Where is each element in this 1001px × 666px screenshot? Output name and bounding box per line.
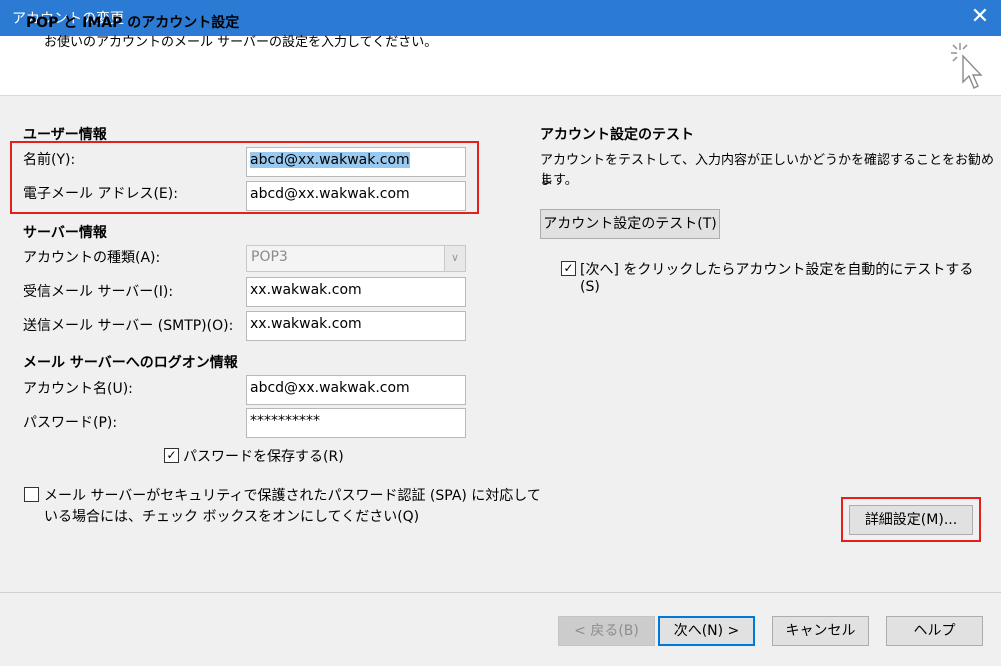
logon-info-heading: メール サーバーへのログオン情報	[23, 355, 238, 371]
test-description-line2: ます。	[540, 173, 578, 188]
cancel-button[interactable]: キャンセル	[772, 616, 869, 646]
account-name-label: アカウント名(U):	[23, 381, 133, 397]
header-title: POP と IMAP のアカウント設定	[26, 15, 240, 31]
server-info-heading: サーバー情報	[23, 225, 107, 241]
close-icon[interactable]: ✕	[964, 2, 996, 34]
incoming-server-label: 受信メール サーバー(I):	[23, 284, 174, 300]
highlight-box-advanced	[841, 497, 981, 542]
spa-label-line2: いる場合には、チェック ボックスをオンにしてください(Q)	[44, 509, 420, 525]
test-heading: アカウント設定のテスト	[540, 127, 694, 143]
test-description-line1: アカウントをテストして、入力内容が正しいかどうかを確認することをお勧めし	[540, 153, 994, 187]
back-button[interactable]: < 戻る(B)	[558, 616, 655, 646]
outgoing-server-label: 送信メール サーバー (SMTP)(O):	[23, 318, 234, 334]
account-type-select: POP3 ∨	[246, 245, 466, 272]
account-name-field[interactable]: abcd@xx.wakwak.com	[246, 375, 466, 405]
outgoing-server-field[interactable]: xx.wakwak.com	[246, 311, 466, 341]
account-name-value: abcd@xx.wakwak.com	[250, 380, 410, 396]
highlight-box-user-info	[10, 141, 479, 214]
spa-label-line1: メール サーバーがセキュリティで保護されたパスワード認証 (SPA) に対応して	[44, 488, 541, 504]
account-type-value: POP3	[251, 249, 288, 265]
help-button[interactable]: ヘルプ	[886, 616, 983, 646]
test-account-button[interactable]: アカウント設定のテスト(T)	[540, 209, 720, 239]
outgoing-server-value: xx.wakwak.com	[250, 316, 362, 332]
wizard-cursor-icon	[951, 43, 983, 89]
auto-test-label-line2: (S)	[580, 279, 600, 295]
auto-test-checkbox[interactable]: ✓	[561, 261, 576, 276]
password-label: パスワード(P):	[23, 415, 118, 431]
incoming-server-value: xx.wakwak.com	[250, 282, 362, 298]
password-field[interactable]: **********	[246, 408, 466, 438]
save-password-label: パスワードを保存する(R)	[183, 449, 344, 465]
account-type-label: アカウントの種類(A):	[23, 250, 161, 266]
password-value: **********	[250, 413, 320, 429]
save-password-checkbox[interactable]: ✓	[164, 448, 179, 463]
footer-divider	[0, 592, 1001, 593]
spa-checkbox[interactable]	[24, 487, 39, 502]
auto-test-label-line1: [次へ] をクリックしたらアカウント設定を自動的にテストする	[580, 262, 974, 278]
incoming-server-field[interactable]: xx.wakwak.com	[246, 277, 466, 307]
header-subtitle: お使いのアカウントのメール サーバーの設定を入力してください。	[44, 35, 438, 50]
next-button[interactable]: 次へ(N) >	[658, 616, 755, 646]
chevron-down-icon: ∨	[444, 246, 465, 271]
